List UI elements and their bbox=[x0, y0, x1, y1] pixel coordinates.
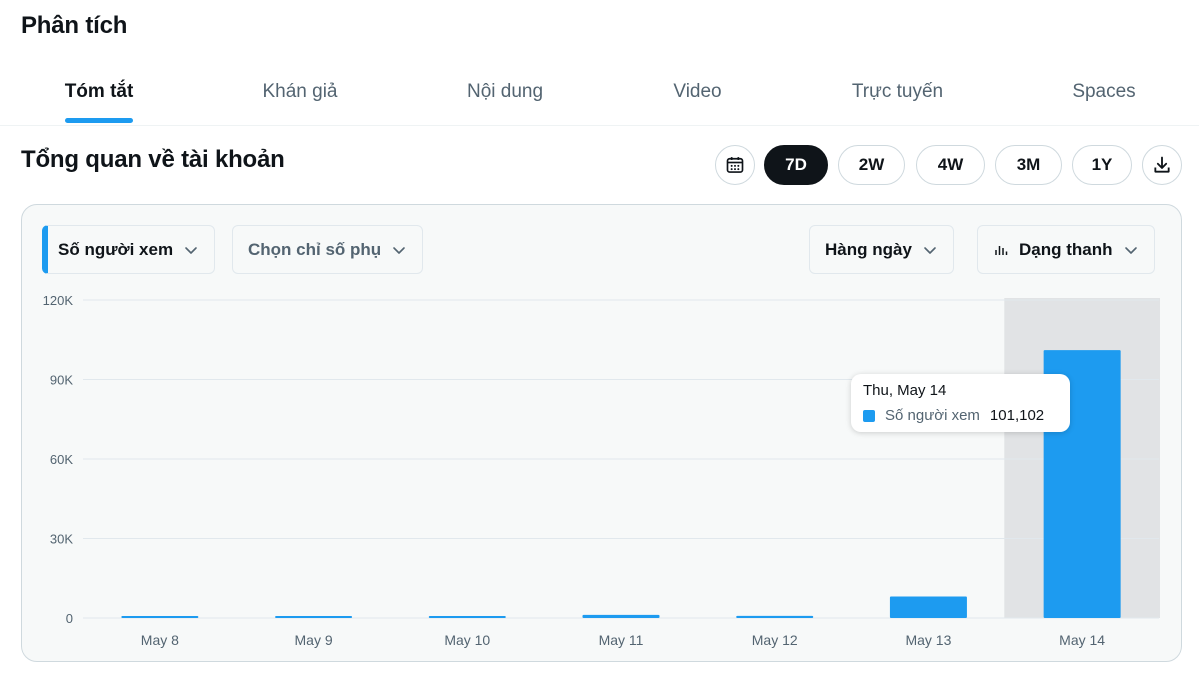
tab-live[interactable]: Trực tuyến bbox=[825, 58, 970, 125]
range-1y-button[interactable]: 1Y bbox=[1072, 145, 1132, 185]
tab-video[interactable]: Video bbox=[640, 58, 755, 125]
x-tick-label: May 10 bbox=[444, 632, 490, 648]
bar bbox=[275, 616, 353, 618]
calendar-icon bbox=[726, 157, 744, 173]
range-7d-button[interactable]: 7D bbox=[764, 145, 828, 185]
download-button[interactable] bbox=[1142, 145, 1182, 185]
range-3m-button[interactable]: 3M bbox=[995, 145, 1062, 185]
download-icon bbox=[1154, 156, 1170, 173]
x-tick-label: May 14 bbox=[1059, 632, 1105, 648]
y-tick-label: 120K bbox=[43, 293, 74, 308]
x-tick-label: May 9 bbox=[295, 632, 333, 648]
section-title: Tổng quan về tài khoản bbox=[21, 146, 285, 173]
x-tick-label: May 8 bbox=[141, 632, 179, 648]
calendar-button[interactable] bbox=[715, 145, 755, 185]
tab-summary[interactable]: Tóm tắt bbox=[40, 58, 158, 125]
bar bbox=[428, 616, 506, 618]
chart-tooltip: Thu, May 14 Số người xem 101,102 bbox=[851, 374, 1070, 432]
bar bbox=[582, 614, 660, 618]
x-tick-label: May 13 bbox=[905, 632, 951, 648]
page-title: Phân tích bbox=[21, 12, 128, 39]
range-2w-button[interactable]: 2W bbox=[838, 145, 905, 185]
y-tick-label: 90K bbox=[50, 373, 73, 388]
tab-content[interactable]: Nội dung bbox=[430, 58, 580, 125]
tab-audience[interactable]: Khán giả bbox=[230, 58, 370, 125]
bar bbox=[736, 615, 814, 618]
tab-bar: Tóm tắt Khán giả Nội dung Video Trực tuy… bbox=[0, 58, 1199, 126]
tooltip-date: Thu, May 14 bbox=[863, 382, 947, 399]
x-tick-label: May 12 bbox=[752, 632, 798, 648]
active-tab-indicator bbox=[65, 118, 133, 123]
tooltip-legend-swatch bbox=[863, 409, 875, 422]
tooltip-value: 101,102 bbox=[989, 407, 1045, 424]
y-tick-label: 60K bbox=[50, 452, 73, 467]
bar bbox=[889, 596, 967, 618]
y-tick-label: 0 bbox=[66, 611, 73, 626]
y-tick-label: 30K bbox=[50, 532, 73, 547]
tab-spaces[interactable]: Spaces bbox=[1045, 58, 1163, 125]
chart-card: Số người xem Chọn chỉ số phụ Hàng ngày D… bbox=[21, 204, 1182, 662]
x-tick-label: May 11 bbox=[599, 632, 644, 648]
bar-chart: 0 30K 60K 90K 120K May 8 May 9 May 10 May 11 May … bbox=[43, 293, 1160, 648]
bar bbox=[121, 616, 199, 618]
range-4w-button[interactable]: 4W bbox=[916, 145, 985, 185]
tooltip-metric-name: Số người xem bbox=[885, 407, 980, 424]
